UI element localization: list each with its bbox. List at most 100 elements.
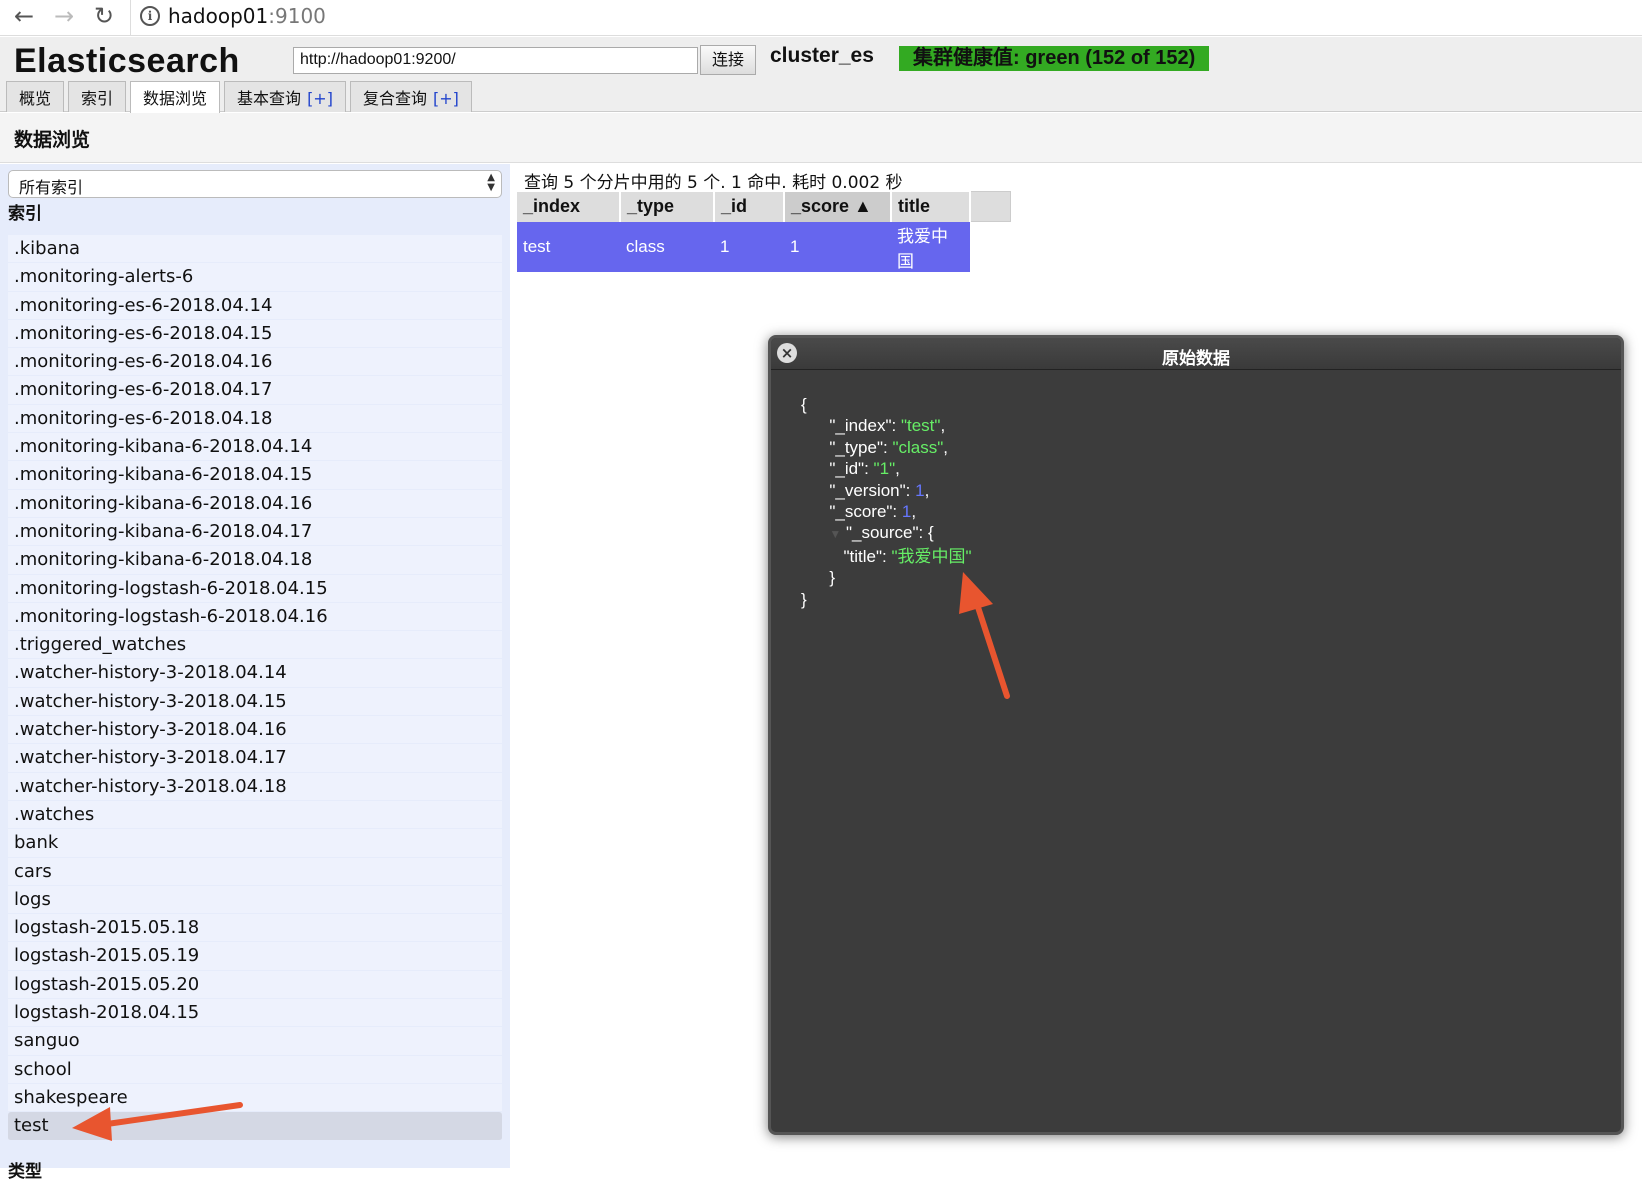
connect-button[interactable]: 连接	[700, 45, 756, 75]
sidebar-item-index[interactable]: .monitoring-kibana-6-2018.04.18	[8, 546, 502, 575]
tab-add-link[interactable]: [+]	[433, 89, 459, 108]
table-cell: 我爱中国	[891, 221, 970, 272]
table-cell: 1	[714, 221, 784, 272]
sidebar-item-index[interactable]: .watches	[8, 800, 502, 830]
json-value: "我爱中国"	[891, 546, 972, 566]
table-cell: class	[620, 221, 714, 272]
connect-url-input[interactable]: http://hadoop01:9200/	[293, 47, 698, 74]
json-title-value: 我爱中国	[897, 546, 966, 566]
table-row[interactable]: test class 1 1 我爱中国	[517, 221, 1010, 272]
address-bar[interactable]: hadoop01:9100	[168, 4, 326, 28]
sidebar-item-index[interactable]: .kibana	[8, 235, 502, 264]
dialog-title: 原始数据	[1162, 349, 1230, 369]
back-arrow-icon[interactable]: ←	[10, 2, 38, 30]
sidebar-item-index[interactable]: test	[8, 1112, 502, 1141]
sidebar-item-index[interactable]: .monitoring-es-6-2018.04.16	[8, 348, 502, 377]
json-viewer: { "_index": "test", "_type": "class", "_…	[801, 395, 972, 609]
column-header[interactable]: _index	[517, 191, 621, 222]
section-title: 数据浏览	[14, 129, 91, 151]
sidebar-item-index[interactable]: logs	[8, 885, 502, 915]
reload-icon[interactable]: ↻	[90, 2, 118, 30]
sidebar-item-index[interactable]: sanguo	[8, 1027, 502, 1056]
column-header-blank	[969, 191, 1011, 222]
main-tabs: 概览 索引 数据浏览 基本查询 [+] 复合查询 [+]	[6, 81, 476, 113]
sidebar-item-index[interactable]: .watcher-history-3-2018.04.16	[8, 716, 502, 745]
tab-label: 概览	[19, 89, 52, 108]
json-id-value: 1	[879, 459, 890, 479]
sidebar-item-index[interactable]: .monitoring-kibana-6-2018.04.14	[8, 433, 502, 462]
sidebar-item-index[interactable]: .watcher-history-3-2018.04.14	[8, 659, 502, 688]
dialog-titlebar[interactable]: × 原始数据	[771, 338, 1621, 370]
json-index-value: test	[907, 416, 935, 436]
sidebar-item-index[interactable]: logstash-2015.05.20	[8, 970, 502, 1000]
indices-heading: 索引	[8, 204, 42, 224]
tab-label: 复合查询	[362, 89, 427, 108]
tab-compound-query[interactable]: 复合查询 [+]	[349, 81, 472, 112]
sidebar-item-index[interactable]: .monitoring-logstash-6-2018.04.16	[8, 602, 502, 632]
column-header[interactable]: title	[891, 191, 971, 222]
table-cell: 1	[784, 221, 891, 272]
cluster-name: cluster_es	[770, 44, 874, 67]
info-icon[interactable]: i	[140, 6, 160, 26]
sidebar-item-index[interactable]: .monitoring-kibana-6-2018.04.17	[8, 517, 502, 547]
sidebar-item-index[interactable]: school	[8, 1055, 502, 1084]
section-header: 数据浏览	[0, 113, 1642, 163]
table-header-row: _index _type _id _score ▲ title	[517, 191, 1011, 222]
tab-indices[interactable]: 索引	[68, 81, 127, 112]
raw-data-dialog: × 原始数据 { "_index": "test", "_type": "cla…	[768, 335, 1624, 1135]
url-separator	[130, 0, 131, 36]
forward-arrow-icon[interactable]: →	[50, 2, 78, 30]
table-cell: test	[517, 221, 620, 272]
tab-browser[interactable]: 数据浏览	[130, 81, 221, 113]
app-title: Elasticsearch	[14, 42, 240, 80]
tab-add-link[interactable]: [+]	[307, 89, 333, 108]
sidebar-item-index[interactable]: .monitoring-es-6-2018.04.18	[8, 404, 502, 434]
sidebar-item-index[interactable]: cars	[8, 857, 502, 886]
app-header: Elasticsearch http://hadoop01:9200/ 连接 c…	[0, 37, 1642, 113]
tab-label: 基本查询	[237, 89, 302, 108]
json-score-value: 1	[901, 502, 912, 522]
sidebar-item-index[interactable]: .monitoring-logstash-6-2018.04.15	[8, 574, 502, 603]
index-select[interactable]: 所有索引 ▲ ▼	[8, 170, 502, 198]
column-header-sorted[interactable]: _score ▲	[784, 191, 892, 222]
sidebar-item-index[interactable]: .monitoring-kibana-6-2018.04.16	[8, 489, 502, 518]
sidebar-item-index[interactable]: .triggered_watches	[8, 631, 502, 660]
sidebar-item-index[interactable]: shakespeare	[8, 1083, 502, 1113]
index-select-value: 所有索引	[19, 178, 84, 197]
index-list: .kibana .monitoring-alerts-6 .monitoring-e…	[8, 235, 502, 1141]
sidebar-item-index[interactable]: .monitoring-alerts-6	[8, 263, 502, 292]
tab-overview[interactable]: 概览	[6, 81, 65, 112]
sidebar-item-index[interactable]: .watcher-history-3-2018.04.15	[8, 687, 502, 717]
sidebar-item-index[interactable]: .watcher-history-3-2018.04.17	[8, 744, 502, 773]
sidebar-item-index[interactable]: logstash-2015.05.19	[8, 942, 502, 971]
json-value: "test"	[900, 416, 941, 436]
results-table: _index _type _id _score ▲ title test cla…	[517, 191, 1011, 272]
json-source-key: "_source"	[845, 523, 919, 543]
cluster-health-badge: 集群健康值: green (152 of 152)	[899, 46, 1210, 71]
collapse-triangle-icon[interactable]: ▼	[829, 527, 841, 541]
types-heading: 类型	[8, 1162, 42, 1182]
sidebar-item-index[interactable]: .monitoring-es-6-2018.04.14	[8, 291, 502, 320]
json-version-value: 1	[915, 480, 925, 500]
column-header[interactable]: _type	[620, 191, 715, 222]
tab-basic-query[interactable]: 基本查询 [+]	[224, 81, 346, 112]
sidebar-item-index[interactable]: logstash-2015.05.18	[8, 914, 502, 943]
sidebar-item-index[interactable]: bank	[8, 829, 502, 858]
sidebar-item-index[interactable]: .monitoring-es-6-2018.04.17	[8, 376, 502, 405]
sidebar-item-index[interactable]: .watcher-history-3-2018.04.18	[8, 772, 502, 801]
sidebar: 所有索引 ▲ ▼ 索引 .kibana .monitoring-alerts-6 .m…	[0, 164, 510, 1182]
sidebar-item-index[interactable]: .monitoring-kibana-6-2018.04.15	[8, 461, 502, 490]
json-type-value: class	[898, 437, 938, 457]
json-value: "1"	[873, 459, 896, 479]
tab-label: 数据浏览	[143, 89, 208, 108]
query-summary: 查询 5 个分片中用的 5 个. 1 命中. 耗时 0.002 秒	[524, 173, 903, 193]
column-header[interactable]: _id	[714, 191, 785, 222]
json-value: "class"	[892, 437, 944, 457]
url-port: :9100	[268, 4, 326, 28]
url-host: hadoop01	[168, 4, 269, 28]
sidebar-item-index[interactable]: .monitoring-es-6-2018.04.15	[8, 319, 502, 349]
tab-label: 索引	[81, 89, 114, 108]
select-arrows-icon: ▲ ▼	[487, 172, 495, 193]
sidebar-item-index[interactable]: logstash-2018.04.15	[8, 999, 502, 1028]
browser-toolbar: ← → ↻ i hadoop01:9100	[0, 0, 1642, 36]
